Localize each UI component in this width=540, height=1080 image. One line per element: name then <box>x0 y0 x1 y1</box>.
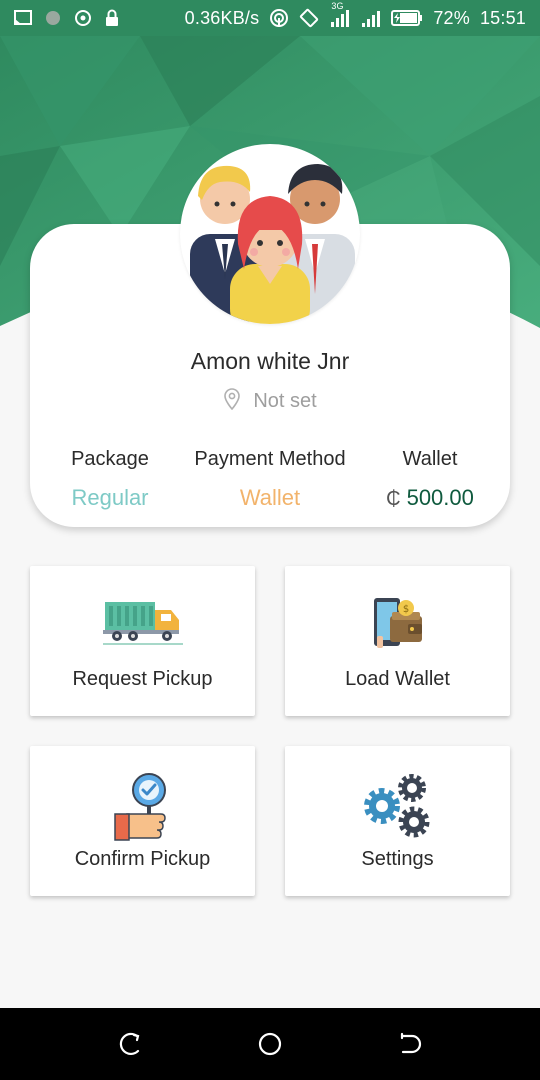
lock-icon <box>104 9 120 27</box>
screen-cast-icon <box>14 10 32 26</box>
battery-percent: 72% <box>433 7 470 28</box>
payment-method-value: Wallet <box>239 485 301 510</box>
stat-wallet: Wallet ₵ 500.00 <box>370 448 490 511</box>
back-icon <box>400 1032 422 1054</box>
battery-charging-icon <box>391 9 423 27</box>
settings-button[interactable]: Settings <box>285 746 510 896</box>
circle-notification-icon <box>44 9 62 27</box>
location-pin-icon <box>223 388 241 415</box>
settings-label: Settings <box>361 848 434 870</box>
request-pickup-button[interactable]: Request Pickup <box>30 566 255 716</box>
hand-check-icon <box>30 772 255 841</box>
target-icon <box>74 9 92 27</box>
load-wallet-button[interactable]: $ Load Wallet <box>285 566 510 716</box>
status-bar: 0.36KB/s 3G 72% 15:51 <box>0 0 540 36</box>
stat-payment-method: Payment Method Wallet <box>180 448 360 511</box>
home-icon <box>258 1032 282 1056</box>
back-button[interactable] <box>380 1014 440 1074</box>
location-text: Not set <box>253 390 317 412</box>
recent-apps-icon <box>119 1032 140 1056</box>
wallet-label: Wallet <box>402 448 458 470</box>
garbage-truck-icon <box>30 596 255 656</box>
payment-method-label: Payment Method <box>194 448 346 470</box>
request-pickup-label: Request Pickup <box>72 668 213 690</box>
rotate-icon <box>299 8 319 28</box>
package-value: Regular <box>71 485 149 510</box>
navigation-bar <box>0 1008 540 1080</box>
status-left-icons <box>14 9 120 27</box>
wallet-amount: 500.00 <box>406 485 474 510</box>
signal-3g-icon: 3G <box>329 1 351 29</box>
confirm-pickup-label: Confirm Pickup <box>74 848 211 870</box>
wallet-balance: ₵ 500.00 <box>370 485 490 511</box>
confirm-pickup-button[interactable]: Confirm Pickup <box>30 746 255 896</box>
profile-name: Amon white Jnr <box>190 348 350 374</box>
package-label: Package <box>71 448 149 470</box>
currency-symbol: ₵ <box>386 488 401 510</box>
status-right-icons: 0.36KB/s 3G 72% 15:51 <box>184 1 526 29</box>
hotspot-icon <box>269 8 289 28</box>
network-speed: 0.36KB/s <box>184 7 260 28</box>
stat-package: Package Regular <box>50 448 170 511</box>
load-wallet-label: Load Wallet <box>345 668 450 690</box>
phone-wallet-icon: $ <box>285 596 510 656</box>
svg-text:$: $ <box>402 604 408 615</box>
recent-apps-button[interactable] <box>100 1014 160 1074</box>
profile-avatar[interactable] <box>180 144 360 324</box>
network-type: 3G <box>331 1 344 11</box>
signal-icon <box>361 8 381 28</box>
home-button[interactable] <box>240 1014 300 1074</box>
people-group-avatar-icon <box>190 164 355 324</box>
gears-icon <box>285 772 510 838</box>
location-row: Not set <box>30 388 510 415</box>
clock: 15:51 <box>479 7 526 28</box>
